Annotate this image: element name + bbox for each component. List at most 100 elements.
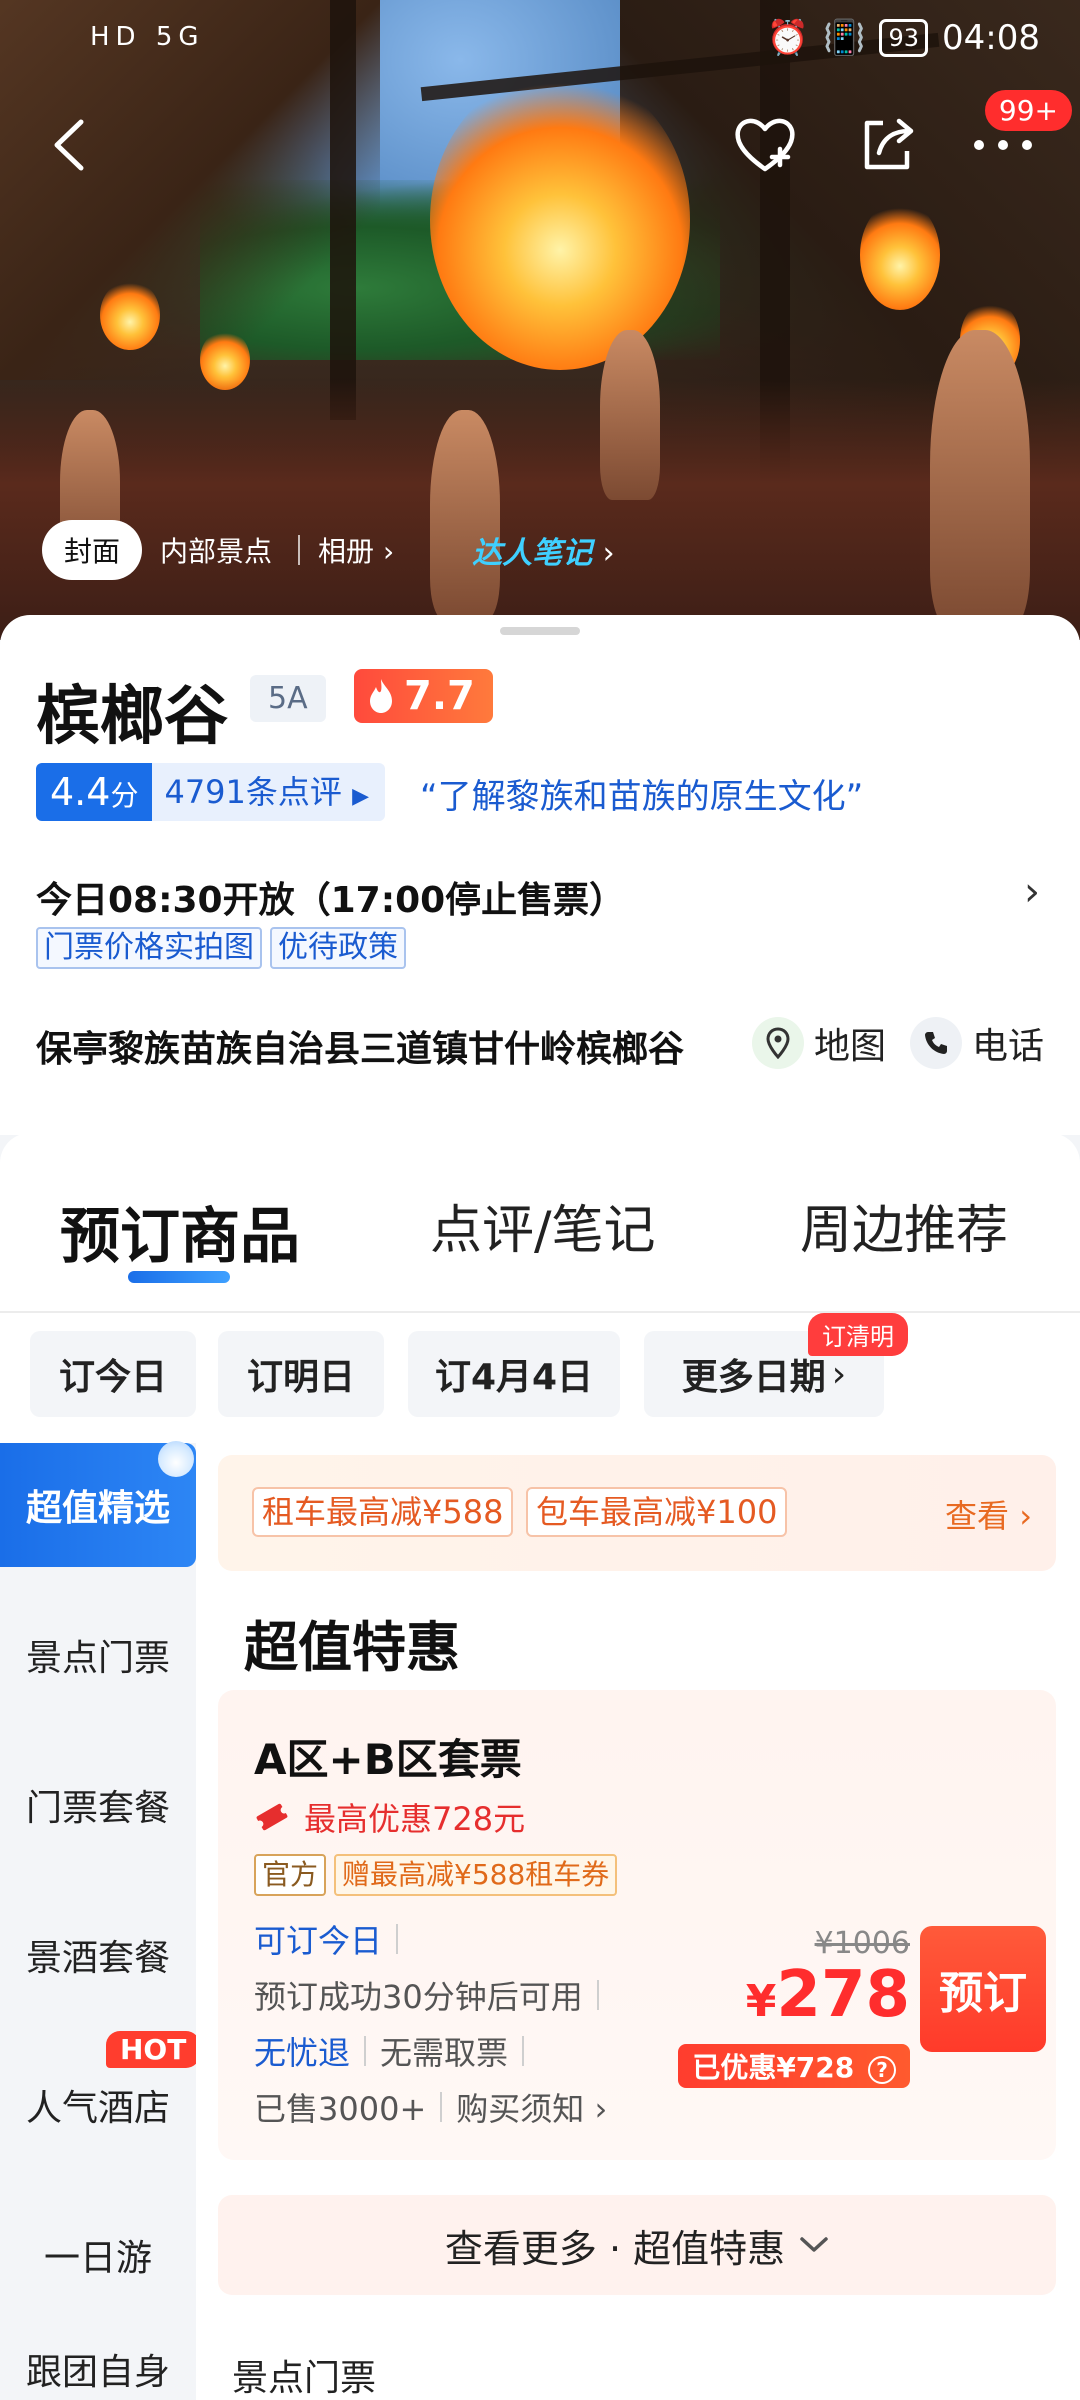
heart-plus-icon bbox=[735, 118, 795, 172]
hero-torch bbox=[100, 280, 160, 350]
refund-line: 无忧退 无需取票 bbox=[254, 2028, 525, 2074]
divider bbox=[440, 2092, 443, 2122]
purchase-notice-label: 购买须知 bbox=[456, 2090, 585, 2128]
car-rental-tag: 租车最高减¥588 bbox=[252, 1487, 514, 1537]
view-promo-link[interactable]: 查看 › bbox=[945, 1491, 1032, 1537]
product-list: 租车最高减¥588 包车最高减¥100 查看 › 超值特惠 A区+B区套票 最高… bbox=[196, 1443, 1080, 2400]
gift-tag: 赠最高减¥588租车券 bbox=[334, 1854, 618, 1896]
chevron-right-icon: › bbox=[382, 535, 395, 568]
rating-value: 4.4 bbox=[50, 770, 111, 814]
alarm-icon: ⏰ bbox=[766, 18, 810, 58]
status-bar: HD 5G ⏰ 📳 93 04:08 bbox=[0, 0, 1080, 80]
battery-icon: 93 bbox=[879, 19, 929, 57]
price-value: 278 bbox=[776, 1958, 910, 2032]
help-circle-icon[interactable]: ? bbox=[868, 2056, 896, 2084]
sales-line: 已售3000+ 购买须知 › bbox=[254, 2084, 607, 2130]
usable-line: 预订成功30分钟后可用 bbox=[254, 1972, 599, 2018]
view-more-button[interactable]: 查看更多 · 超值特惠 bbox=[218, 2195, 1056, 2295]
tab-album-label: 相册 bbox=[318, 535, 375, 568]
book-button[interactable]: 预订 bbox=[920, 1926, 1046, 2052]
chevron-right-icon: › bbox=[602, 536, 615, 571]
rating-score: 4.4分 bbox=[36, 763, 153, 821]
more-dots-icon bbox=[974, 140, 1032, 150]
date-chip-today[interactable]: 订今日 bbox=[30, 1331, 196, 1417]
max-discount: 最高优惠728元 bbox=[254, 1794, 525, 1840]
promo-banner[interactable]: 租车最高减¥588 包车最高减¥100 查看 › bbox=[218, 1455, 1056, 1571]
product-card[interactable]: A区+B区套票 最高优惠728元 官方 赠最高减¥588租车券 可订今日 预订成… bbox=[218, 1690, 1056, 2160]
rating-summary[interactable]: 4.4分 4791条点评 ▶ bbox=[36, 763, 385, 821]
address[interactable]: 保亭黎族苗族自治县三道镇甘什岭槟榔谷 bbox=[36, 1020, 684, 1072]
tab-cover[interactable]: 封面 bbox=[42, 520, 143, 580]
tab-booking[interactable]: 预订商品 bbox=[60, 1188, 300, 1275]
attraction-quote: “了解黎族和苗族的原生文化” bbox=[420, 777, 864, 817]
sidebar-item-label: 景酒套餐 bbox=[25, 1938, 170, 1979]
map-label: 地图 bbox=[814, 1026, 887, 1067]
hot-badge: HOT bbox=[106, 2031, 201, 2068]
chevron-right-icon: › bbox=[594, 2090, 608, 2128]
currency-symbol: ¥ bbox=[745, 1976, 777, 2027]
coupon-icon bbox=[256, 1803, 288, 1831]
attraction-info-card: 槟榔谷 5A 7.7 4.4分 4791条点评 ▶ “了解黎族和苗族的原生文化”… bbox=[0, 615, 1080, 1135]
chevron-right-icon: › bbox=[831, 1353, 847, 1395]
share-icon bbox=[864, 118, 914, 170]
sidebar-item-tickets[interactable]: 景点门票 bbox=[0, 1593, 196, 1717]
ticket-price-photo-tag[interactable]: 门票价格实拍图 bbox=[36, 927, 262, 969]
hero-gallery-tabs: 封面 内部景点 相册 › 达人笔记 › bbox=[42, 520, 615, 580]
hero-dancer bbox=[930, 330, 1030, 630]
view-more-label: 查看更多 · 超值特惠 bbox=[444, 2226, 786, 2271]
water-drop-icon bbox=[158, 1441, 194, 1477]
product-tags: 官方 赠最高减¥588租车券 bbox=[254, 1854, 618, 1896]
category-sidebar: 超值精选 景点门票 门票套餐 景酒套餐 人气酒店 HOT 一日游 跟团自身 bbox=[0, 1441, 201, 2400]
drag-handle[interactable] bbox=[500, 627, 580, 635]
favorite-button[interactable] bbox=[730, 110, 800, 180]
caret-right-icon: ▶ bbox=[352, 784, 369, 809]
date-chip-more-label: 更多日期 bbox=[681, 1357, 826, 1398]
sidebar-item-ticket-packages[interactable]: 门票套餐 bbox=[0, 1743, 196, 1867]
discount-policy-tag[interactable]: 优待政策 bbox=[270, 927, 406, 969]
saved-amount-badge: 已优惠¥728 ? bbox=[678, 2044, 910, 2088]
view-promo-label: 查看 bbox=[945, 1497, 1010, 1535]
current-price: ¥278 bbox=[746, 1958, 910, 2032]
tab-nearby[interactable]: 周边推荐 bbox=[800, 1188, 1008, 1263]
usable-after-booking: 预订成功30分钟后可用 bbox=[254, 1978, 583, 2016]
charter-tag: 包车最高减¥100 bbox=[526, 1487, 788, 1537]
message-badge: 99+ bbox=[984, 90, 1072, 131]
no-ticket-pickup: 无需取票 bbox=[380, 2034, 509, 2072]
hero-torch bbox=[860, 200, 940, 310]
date-selector: 订今日 订明日 订4月4日 更多日期 › 订清明 bbox=[0, 1313, 1080, 1443]
map-button[interactable]: 地图 bbox=[752, 1017, 886, 1069]
heat-badge: 7.7 bbox=[354, 669, 493, 723]
review-count[interactable]: 4791条点评 ▶ bbox=[152, 763, 385, 821]
tab-inner-spots[interactable]: 内部景点 bbox=[142, 530, 290, 570]
date-chip-tomorrow[interactable]: 订明日 bbox=[218, 1331, 384, 1417]
sidebar-item-group-tour[interactable]: 跟团自身 bbox=[0, 2343, 196, 2400]
network-indicator: HD 5G bbox=[90, 22, 205, 52]
date-chip-apr4[interactable]: 订4月4日 bbox=[408, 1331, 620, 1417]
heat-value: 7.7 bbox=[404, 673, 475, 719]
share-button[interactable] bbox=[852, 110, 922, 180]
phone-button[interactable]: 电话 bbox=[910, 1017, 1044, 1069]
page-title: 槟榔谷 bbox=[36, 680, 228, 754]
tab-album[interactable]: 相册 › bbox=[300, 530, 412, 570]
original-price: ¥1006 bbox=[814, 1926, 910, 1961]
rating-unit: 分 bbox=[110, 779, 139, 812]
qingming-badge: 订清明 bbox=[808, 1313, 908, 1356]
next-section-title: 景点门票 bbox=[232, 2358, 377, 2399]
sidebar-item-hotel-packages[interactable]: 景酒套餐 bbox=[0, 1893, 196, 2017]
info-tags: 门票价格实拍图 优待政策 bbox=[36, 927, 406, 969]
opening-hours[interactable]: 今日08:30开放（17:00停止售票） bbox=[36, 871, 625, 923]
sidebar-item-label: 超值精选 bbox=[25, 1488, 170, 1529]
hero-image[interactable]: HD 5G ⏰ 📳 93 04:08 99+ 封面 内部景点 相册 › 达人笔记… bbox=[0, 0, 1080, 640]
sidebar-item-day-tour[interactable]: 一日游 bbox=[0, 2193, 196, 2317]
divider bbox=[596, 1980, 599, 2010]
purchase-notice-link[interactable]: 购买须知 › bbox=[456, 2084, 607, 2130]
chevron-down-icon bbox=[800, 2237, 828, 2252]
section-title: 超值特惠 bbox=[244, 1616, 460, 1679]
sidebar-item-best-value[interactable]: 超值精选 bbox=[0, 1441, 196, 1567]
chevron-right-icon[interactable]: › bbox=[1024, 869, 1040, 915]
active-tab-indicator bbox=[128, 1271, 230, 1283]
sidebar-item-label: 景点门票 bbox=[25, 1638, 170, 1679]
tab-expert-notes[interactable]: 达人笔记 › bbox=[472, 528, 614, 572]
tab-reviews[interactable]: 点评/笔记 bbox=[430, 1188, 656, 1263]
back-button[interactable] bbox=[34, 110, 104, 180]
